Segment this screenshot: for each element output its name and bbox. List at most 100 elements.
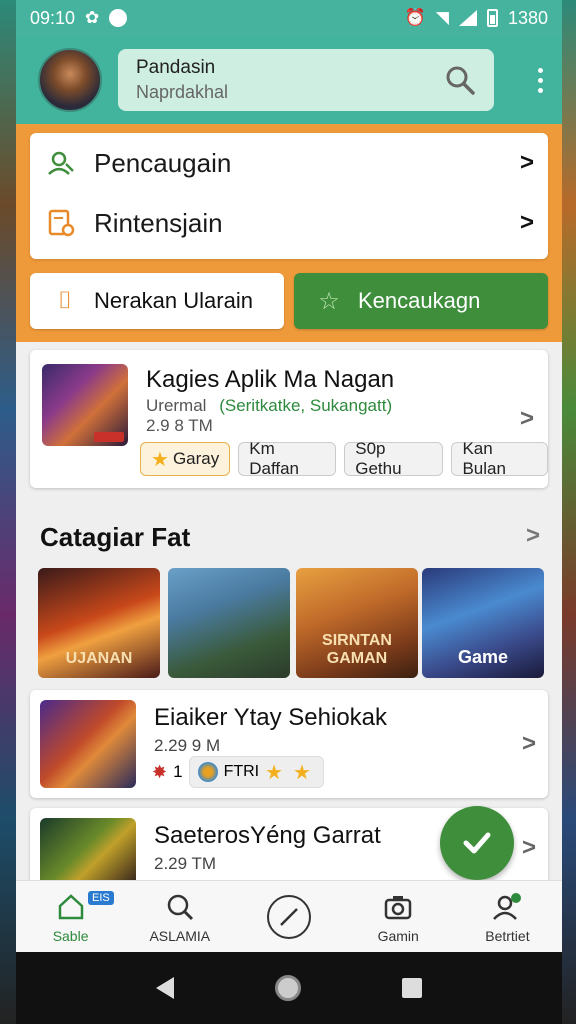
wifi-status-icon: ◥ (435, 8, 449, 27)
phone-screen: 09:10 ✿ ⏰ ◥ 1380 Pandasin Naprdakhal Pen… (16, 0, 562, 1024)
chip-km-daffan[interactable]: Km Daffan (238, 439, 337, 478)
chevron-right-icon: > (519, 149, 534, 176)
app-size: 2.9 8 TM (146, 416, 213, 435)
chevron-right-icon: > (519, 405, 534, 432)
app-header: Pandasin Naprdakhal (16, 36, 562, 124)
search-icon (163, 890, 197, 924)
status-bar: 09:10 ✿ ⏰ ◥ 1380 (16, 0, 562, 36)
tile-caption: Game (457, 647, 509, 667)
app-meta: Urermal (Seritkatke, Sukangatt) (146, 396, 392, 416)
back-icon[interactable] (156, 977, 175, 999)
nav-label: ASLAMIA (149, 927, 211, 944)
star-outline-icon: ☆ (318, 287, 340, 315)
nav-label: Betrtiet (485, 927, 530, 944)
chip-garay[interactable]: ★ Garay (140, 442, 231, 476)
status-clock: 1380 (507, 7, 548, 28)
rating-badge: FTRI ★ ★ (188, 756, 324, 788)
app-tags: (Seritkatke, Sukangatt) (219, 396, 393, 415)
list-title: SaeterosYéng Garrat (154, 822, 381, 849)
menu-item-rintensjain[interactable]: Rintensjain > (30, 193, 548, 253)
category-tile[interactable]: SIRNTAN GAMAN (296, 568, 418, 678)
battery-status-icon (486, 9, 498, 27)
signal-status-icon (458, 10, 477, 26)
list-size: 2.29 TM (154, 854, 217, 873)
system-nav-bar (16, 952, 562, 1024)
compass-icon (265, 893, 313, 941)
nav-item-compass[interactable] (234, 881, 343, 952)
confirm-fab[interactable] (440, 806, 514, 880)
chip-label: Garay (172, 449, 220, 468)
globe-icon (197, 762, 218, 782)
menu-item-label: Pencaugain (94, 147, 232, 178)
nav-item-sable[interactable]: Sable EIS (16, 881, 125, 952)
background-left-edge (0, 0, 16, 1024)
recent-apps-icon[interactable] (401, 978, 422, 998)
home-button-icon[interactable] (274, 975, 301, 1001)
app-thumbnail (40, 818, 136, 888)
list-size: 2.29 9 M (154, 736, 221, 755)
nav-label: Gamin (377, 927, 419, 944)
search-icon[interactable] (444, 64, 476, 96)
list-badges: ✸ 1 FTRI ★ ★ (152, 756, 324, 788)
tile-caption: UJANAN (65, 650, 133, 667)
search-input[interactable]: Naprdakhal (136, 82, 228, 103)
overflow-menu-icon[interactable] (530, 67, 550, 93)
check-icon (463, 832, 491, 854)
tile-caption: SIRNTAN GAMAN (322, 632, 392, 667)
star-icon: ★ (265, 761, 284, 784)
bottom-nav: Sable EIS ASLAMIA Gamin Betrtiet (16, 880, 562, 952)
category-tile[interactable]: UJANAN (38, 568, 160, 678)
profile-search-icon (44, 146, 78, 180)
list-title: Eiaiker Ytay Sehiokak (154, 704, 388, 731)
chip-sop-gethu[interactable]: S0p Gethu (344, 439, 444, 478)
list-item[interactable]: Eiaiker Ytay Sehiokak 2.29 9 M ✸ 1 FTRI … (30, 690, 548, 798)
section-title: Catagiar Fat (40, 522, 191, 552)
featured-app-card[interactable]: Kagies Aplik Ma Nagan Urermal (Seritkatk… (30, 350, 548, 488)
nav-item-gamin[interactable]: Gamin (344, 881, 453, 952)
button-label: Nerakan Ularain (94, 288, 253, 313)
chip-kan-bulan[interactable]: Kan Bulan (451, 439, 548, 478)
badge-text: FTRI (223, 763, 260, 780)
chevron-right-icon: > (521, 730, 536, 757)
chevron-right-icon: > (519, 209, 534, 236)
chip-label: Kan Bulan (462, 439, 506, 478)
bookmark-icon: ⌷ (57, 287, 73, 314)
home-icon (54, 890, 88, 924)
search-box[interactable]: Pandasin Naprdakhal (118, 49, 494, 111)
avatar[interactable] (38, 48, 102, 112)
user-name: Pandasin (136, 57, 216, 78)
nav-item-aslamia[interactable]: ASLAMIA (125, 881, 234, 952)
badge-count: 1 (173, 762, 183, 781)
settings-status-icon: ✿ (85, 8, 100, 27)
nav-badge: EIS (88, 891, 114, 905)
app-title: Kagies Aplik Ma Nagan (146, 366, 395, 393)
notification-status-icon (109, 9, 128, 27)
chip-group: ★ Garay Km Daffan S0p Gethu Kan Bulan (140, 439, 548, 478)
chip-label: Km Daffan (249, 439, 300, 478)
kencaukagn-button[interactable]: ☆ Kencaukagn (294, 273, 548, 329)
camera-icon (381, 890, 415, 924)
status-time: 09:10 (30, 7, 76, 28)
alarm-status-icon: ⏰ (404, 8, 426, 27)
menu-card: Pencaugain > Rintensjain > (30, 133, 548, 259)
star-icon: ★ (151, 448, 169, 471)
background-right-edge (560, 0, 576, 1024)
section-more-icon[interactable]: > (526, 522, 540, 550)
category-tile[interactable]: Game (422, 568, 544, 678)
app-thumbnail (40, 700, 136, 788)
app-category: Urermal (146, 396, 207, 415)
category-tile[interactable] (168, 568, 290, 678)
profile-icon (490, 890, 524, 924)
nav-item-betrtiet[interactable]: Betrtiet (453, 881, 562, 952)
document-settings-icon (44, 206, 78, 240)
nav-label: Sable (52, 927, 89, 944)
nerakan-button[interactable]: ⌷ Nerakan Ularain (30, 273, 284, 329)
flame-icon: ✸ (152, 761, 168, 782)
chip-label: S0p Gethu (355, 439, 402, 478)
menu-item-pencaugain[interactable]: Pencaugain > (30, 133, 548, 193)
star-icon: ★ (293, 761, 311, 784)
chevron-right-icon: > (521, 834, 536, 861)
button-label: Kencaukagn (358, 288, 481, 313)
menu-item-label: Rintensjain (94, 207, 223, 238)
app-thumbnail (42, 364, 128, 446)
